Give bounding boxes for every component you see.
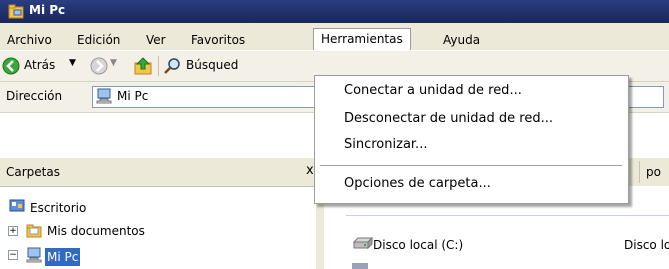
desktop-icon xyxy=(9,199,25,212)
menu-favoritos[interactable]: Favoritos xyxy=(184,30,252,50)
folders-close-icon[interactable]: x xyxy=(306,163,314,178)
tree-item-mis-documentos[interactable]: Mis documentos xyxy=(47,224,145,238)
menu-edicion[interactable]: Edición xyxy=(70,30,127,50)
computer-folder-icon xyxy=(8,4,24,19)
address-value: Mi Pc xyxy=(117,89,149,103)
folder-icon xyxy=(26,224,42,238)
group-divider xyxy=(346,215,669,216)
search-icon xyxy=(164,58,180,74)
title-bar xyxy=(0,0,669,23)
up-folder-icon[interactable] xyxy=(132,56,156,76)
menu-separator xyxy=(320,165,622,166)
menu-herramientas[interactable]: Herramientas xyxy=(313,28,411,50)
menu-ayuda[interactable]: Ayuda xyxy=(436,30,487,50)
menu-item-opciones-carpeta[interactable]: Opciones de carpeta... xyxy=(344,176,491,191)
drive-icon xyxy=(352,263,368,269)
address-label: Dirección xyxy=(6,89,63,103)
my-computer-icon xyxy=(96,88,112,104)
hard-disk-icon xyxy=(352,237,374,250)
menu-archivo[interactable]: Archivo xyxy=(0,30,59,50)
back-dropdown-icon[interactable]: ▼ xyxy=(69,58,76,68)
tree-item-mi-pc[interactable]: Mi Pc xyxy=(45,248,81,266)
list-item-type: Disco lo xyxy=(624,238,669,252)
forward-button[interactable]: ▼ xyxy=(90,56,120,76)
expand-icon[interactable]: + xyxy=(8,226,18,236)
forward-dropdown-icon[interactable]: ▼ xyxy=(110,58,117,68)
window-title: Mi Pc xyxy=(29,3,66,17)
folders-pane-title: Carpetas xyxy=(6,165,60,179)
collapse-icon[interactable]: − xyxy=(8,250,18,260)
menu-item-conectar-unidad-red[interactable]: Conectar a unidad de red... xyxy=(344,83,522,98)
list-item-name[interactable]: Disco local (C:) xyxy=(373,238,463,252)
my-computer-icon xyxy=(26,247,42,263)
search-label: Búsqued xyxy=(186,58,239,72)
menu-ver[interactable]: Ver xyxy=(139,30,173,50)
tree-item-escritorio[interactable]: Escritorio xyxy=(30,201,86,215)
column-header-type[interactable]: po xyxy=(639,161,669,183)
back-arrow-icon xyxy=(2,57,20,75)
toolbar-separator xyxy=(158,56,159,76)
menu-item-sincronizar[interactable]: Sincronizar... xyxy=(344,137,427,152)
back-label: Atrás xyxy=(24,58,56,72)
menu-item-desconectar-unidad-red[interactable]: Desconectar de unidad de red... xyxy=(344,111,553,126)
forward-arrow-icon xyxy=(90,57,108,75)
